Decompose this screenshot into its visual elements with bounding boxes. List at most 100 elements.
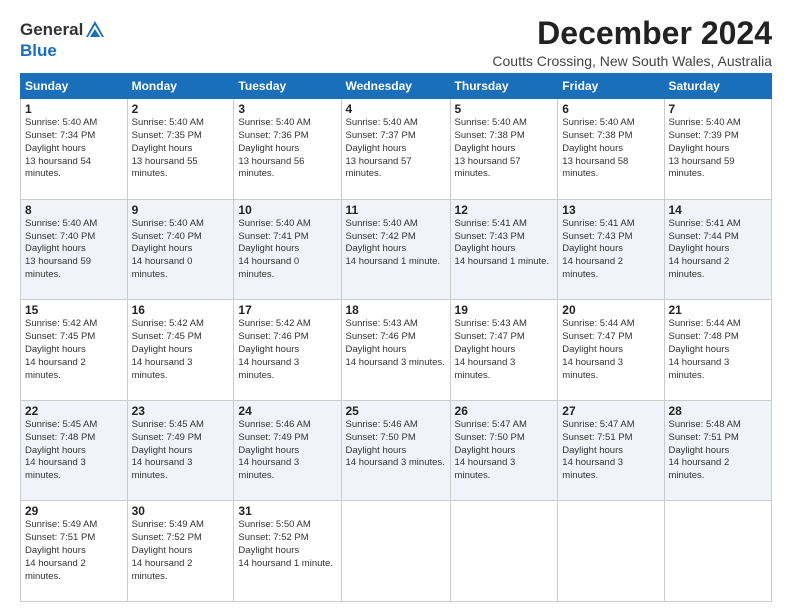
day-number: 24 — [238, 404, 336, 418]
logo: General Blue — [20, 20, 106, 60]
day-info: Sunrise: 5:44 AMSunset: 7:48 PMDaylight … — [669, 318, 768, 382]
calendar-cell: 30 Sunrise: 5:49 AMSunset: 7:52 PMDaylig… — [127, 501, 234, 602]
day-number: 17 — [238, 303, 336, 317]
col-header-sunday: Sunday — [21, 74, 128, 99]
day-number: 23 — [132, 404, 230, 418]
day-number: 12 — [455, 203, 554, 217]
day-info: Sunrise: 5:42 AMSunset: 7:45 PMDaylight … — [132, 318, 230, 382]
day-info: Sunrise: 5:40 AMSunset: 7:34 PMDaylight … — [25, 117, 123, 181]
day-number: 2 — [132, 102, 230, 116]
calendar-cell: 7 Sunrise: 5:40 AMSunset: 7:39 PMDayligh… — [664, 99, 772, 200]
day-info: Sunrise: 5:44 AMSunset: 7:47 PMDaylight … — [562, 318, 659, 382]
day-number: 29 — [25, 504, 123, 518]
day-number: 11 — [346, 203, 446, 217]
calendar-cell: 4 Sunrise: 5:40 AMSunset: 7:37 PMDayligh… — [341, 99, 450, 200]
day-number: 15 — [25, 303, 123, 317]
col-header-saturday: Saturday — [664, 74, 772, 99]
calendar-cell: 8 Sunrise: 5:40 AMSunset: 7:40 PMDayligh… — [21, 199, 128, 300]
day-info: Sunrise: 5:49 AMSunset: 7:51 PMDaylight … — [25, 519, 123, 583]
calendar-cell: 28 Sunrise: 5:48 AMSunset: 7:51 PMDaylig… — [664, 400, 772, 501]
calendar-cell: 11 Sunrise: 5:40 AMSunset: 7:42 PMDaylig… — [341, 199, 450, 300]
location-title: Coutts Crossing, New South Wales, Austra… — [492, 53, 772, 69]
day-info: Sunrise: 5:40 AMSunset: 7:36 PMDaylight … — [238, 117, 336, 181]
day-info: Sunrise: 5:41 AMSunset: 7:44 PMDaylight … — [669, 218, 768, 282]
day-number: 19 — [455, 303, 554, 317]
calendar-cell: 9 Sunrise: 5:40 AMSunset: 7:40 PMDayligh… — [127, 199, 234, 300]
day-number: 22 — [25, 404, 123, 418]
calendar-cell: 17 Sunrise: 5:42 AMSunset: 7:46 PMDaylig… — [234, 300, 341, 401]
day-number: 8 — [25, 203, 123, 217]
day-info: Sunrise: 5:40 AMSunset: 7:42 PMDaylight … — [346, 218, 446, 269]
day-info: Sunrise: 5:50 AMSunset: 7:52 PMDaylight … — [238, 519, 336, 570]
day-number: 21 — [669, 303, 768, 317]
calendar-cell: 14 Sunrise: 5:41 AMSunset: 7:44 PMDaylig… — [664, 199, 772, 300]
day-info: Sunrise: 5:42 AMSunset: 7:45 PMDaylight … — [25, 318, 123, 382]
logo-blue: Blue — [20, 41, 106, 61]
calendar-cell: 5 Sunrise: 5:40 AMSunset: 7:38 PMDayligh… — [450, 99, 558, 200]
day-info: Sunrise: 5:40 AMSunset: 7:40 PMDaylight … — [132, 218, 230, 282]
day-info: Sunrise: 5:45 AMSunset: 7:49 PMDaylight … — [132, 419, 230, 483]
day-number: 10 — [238, 203, 336, 217]
day-info: Sunrise: 5:40 AMSunset: 7:35 PMDaylight … — [132, 117, 230, 181]
calendar-cell — [664, 501, 772, 602]
calendar-cell: 18 Sunrise: 5:43 AMSunset: 7:46 PMDaylig… — [341, 300, 450, 401]
day-info: Sunrise: 5:40 AMSunset: 7:38 PMDaylight … — [562, 117, 659, 181]
calendar-cell: 27 Sunrise: 5:47 AMSunset: 7:51 PMDaylig… — [558, 400, 664, 501]
day-number: 4 — [346, 102, 446, 116]
day-number: 9 — [132, 203, 230, 217]
day-number: 30 — [132, 504, 230, 518]
calendar-cell: 20 Sunrise: 5:44 AMSunset: 7:47 PMDaylig… — [558, 300, 664, 401]
calendar-week-5: 29 Sunrise: 5:49 AMSunset: 7:51 PMDaylig… — [21, 501, 772, 602]
calendar-cell: 13 Sunrise: 5:41 AMSunset: 7:43 PMDaylig… — [558, 199, 664, 300]
day-info: Sunrise: 5:46 AMSunset: 7:50 PMDaylight … — [346, 419, 446, 470]
calendar-week-4: 22 Sunrise: 5:45 AMSunset: 7:48 PMDaylig… — [21, 400, 772, 501]
calendar-cell: 2 Sunrise: 5:40 AMSunset: 7:35 PMDayligh… — [127, 99, 234, 200]
day-info: Sunrise: 5:40 AMSunset: 7:37 PMDaylight … — [346, 117, 446, 181]
calendar-week-3: 15 Sunrise: 5:42 AMSunset: 7:45 PMDaylig… — [21, 300, 772, 401]
day-number: 3 — [238, 102, 336, 116]
month-title: December 2024 — [492, 16, 772, 51]
day-info: Sunrise: 5:40 AMSunset: 7:41 PMDaylight … — [238, 218, 336, 282]
day-number: 6 — [562, 102, 659, 116]
calendar-cell: 15 Sunrise: 5:42 AMSunset: 7:45 PMDaylig… — [21, 300, 128, 401]
calendar-cell: 3 Sunrise: 5:40 AMSunset: 7:36 PMDayligh… — [234, 99, 341, 200]
calendar-cell: 26 Sunrise: 5:47 AMSunset: 7:50 PMDaylig… — [450, 400, 558, 501]
logo-icon — [84, 19, 106, 41]
day-info: Sunrise: 5:45 AMSunset: 7:48 PMDaylight … — [25, 419, 123, 483]
day-number: 28 — [669, 404, 768, 418]
day-info: Sunrise: 5:43 AMSunset: 7:46 PMDaylight … — [346, 318, 446, 369]
calendar-cell: 6 Sunrise: 5:40 AMSunset: 7:38 PMDayligh… — [558, 99, 664, 200]
day-info: Sunrise: 5:43 AMSunset: 7:47 PMDaylight … — [455, 318, 554, 382]
day-number: 5 — [455, 102, 554, 116]
col-header-monday: Monday — [127, 74, 234, 99]
header: General Blue December 2024 Coutts Crossi… — [20, 16, 772, 69]
day-info: Sunrise: 5:41 AMSunset: 7:43 PMDaylight … — [455, 218, 554, 269]
calendar: SundayMondayTuesdayWednesdayThursdayFrid… — [20, 73, 772, 602]
day-info: Sunrise: 5:48 AMSunset: 7:51 PMDaylight … — [669, 419, 768, 483]
logo-general: General — [20, 20, 83, 39]
day-number: 31 — [238, 504, 336, 518]
day-info: Sunrise: 5:46 AMSunset: 7:49 PMDaylight … — [238, 419, 336, 483]
day-number: 7 — [669, 102, 768, 116]
col-header-thursday: Thursday — [450, 74, 558, 99]
calendar-cell: 1 Sunrise: 5:40 AMSunset: 7:34 PMDayligh… — [21, 99, 128, 200]
calendar-cell: 24 Sunrise: 5:46 AMSunset: 7:49 PMDaylig… — [234, 400, 341, 501]
calendar-cell: 16 Sunrise: 5:42 AMSunset: 7:45 PMDaylig… — [127, 300, 234, 401]
day-number: 27 — [562, 404, 659, 418]
calendar-cell: 21 Sunrise: 5:44 AMSunset: 7:48 PMDaylig… — [664, 300, 772, 401]
day-info: Sunrise: 5:47 AMSunset: 7:50 PMDaylight … — [455, 419, 554, 483]
day-info: Sunrise: 5:40 AMSunset: 7:38 PMDaylight … — [455, 117, 554, 181]
col-header-wednesday: Wednesday — [341, 74, 450, 99]
day-info: Sunrise: 5:41 AMSunset: 7:43 PMDaylight … — [562, 218, 659, 282]
day-info: Sunrise: 5:42 AMSunset: 7:46 PMDaylight … — [238, 318, 336, 382]
calendar-cell: 22 Sunrise: 5:45 AMSunset: 7:48 PMDaylig… — [21, 400, 128, 501]
day-number: 1 — [25, 102, 123, 116]
day-info: Sunrise: 5:40 AMSunset: 7:39 PMDaylight … — [669, 117, 768, 181]
calendar-cell — [450, 501, 558, 602]
calendar-cell: 12 Sunrise: 5:41 AMSunset: 7:43 PMDaylig… — [450, 199, 558, 300]
day-number: 14 — [669, 203, 768, 217]
calendar-cell — [558, 501, 664, 602]
day-info: Sunrise: 5:49 AMSunset: 7:52 PMDaylight … — [132, 519, 230, 583]
day-number: 13 — [562, 203, 659, 217]
calendar-week-1: 1 Sunrise: 5:40 AMSunset: 7:34 PMDayligh… — [21, 99, 772, 200]
